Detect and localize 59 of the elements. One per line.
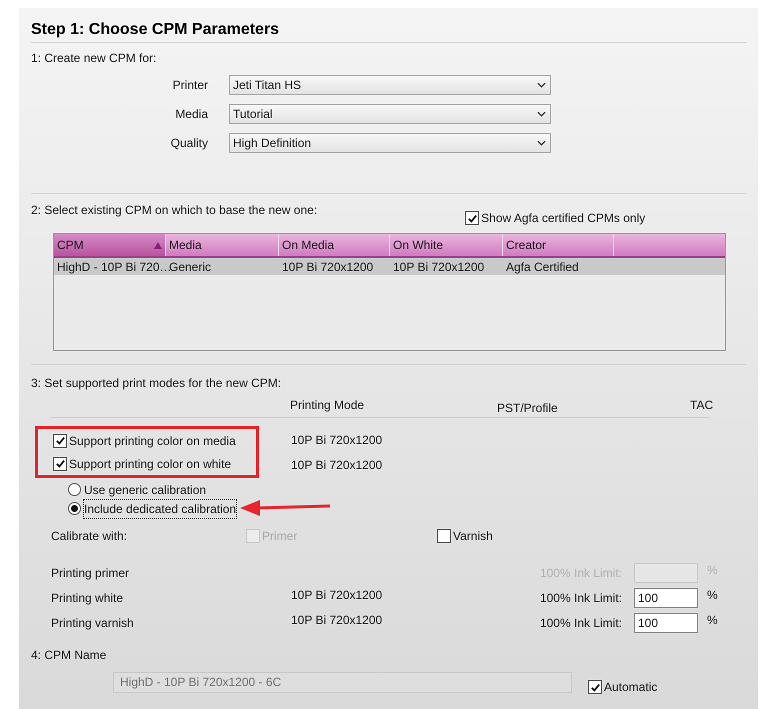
print-mode: 10P Bi 720x1200 [291,458,382,472]
column-heading: PST/Profile [497,401,558,415]
column-header[interactable]: On Media [279,234,390,256]
checkbox[interactable] [53,434,67,448]
sort-ascending-icon [154,242,162,248]
radio-button[interactable] [68,483,81,496]
input-field[interactable]: 100 [634,588,698,608]
checkbox-label: Varnish [453,528,493,545]
checkbox-label: Support printing color on media [69,432,236,450]
field-label: Calibrate with: [51,528,128,545]
print-mode: 10P Bi 720x1200 [291,588,382,602]
chevron-down-icon [537,82,546,88]
section-label: 1: Create new CPM for: [31,51,156,65]
field-label: Media [175,106,208,123]
chevron-down-icon [537,111,546,117]
checkbox[interactable] [588,680,602,694]
chevron-down-icon [537,140,546,146]
column-header[interactable]: On White [390,234,503,256]
radio-label: Include dedicated calibration [84,500,236,518]
column-heading: TAC [690,398,714,412]
ink-limit-label: 100% Ink Limit: [540,615,622,632]
column-heading: Printing Mode [290,398,364,412]
section-label: 4: CPM Name [31,648,106,662]
table-cell: 10P Bi 720x1200 [282,260,374,274]
field-label: Quality [170,135,208,152]
checkbox[interactable] [437,529,451,543]
checkbox-label: Support printing color on white [69,456,232,472]
section-label: 2: Select existing CPM on which to base the new one: [31,203,318,217]
ink-name: Printing varnish [51,615,135,632]
column-header[interactable]: Media [166,234,279,256]
checkbox[interactable] [465,211,480,225]
radio-button[interactable] [68,502,81,515]
arrow-icon [240,499,332,517]
field-label: Printer [172,77,208,94]
checkbox-label: Automatic [604,679,658,696]
unit-label: % [707,562,718,579]
checkbox[interactable] [53,456,67,470]
input-field[interactable]: 100 [634,613,698,633]
section-label: 3: Set supported print modes for the new CPM: [31,376,282,390]
dropdown[interactable]: High Definition [229,133,551,153]
table-cell: Agfa Certified [506,260,579,274]
table-row[interactable]: HighD - 10P Bi 720…Generic 10P Bi 720x1200 10P Bi 720x1200 Agfa Certified [54,258,725,275]
print-mode: 10P Bi 720x1200 [291,613,382,627]
unit-label: % [707,612,718,629]
table-cell: Generic [169,260,212,274]
table-cell: 10P Bi 720x1200 [393,260,484,274]
radio-label: Use generic calibration [84,482,206,498]
checkbox-label: Primer [262,528,298,545]
column-header[interactable]: Creator [503,234,614,256]
dropdown[interactable]: Tutorial [229,104,551,124]
unit-label: % [707,587,718,604]
ink-name: Printing white [51,590,124,607]
dropdown[interactable]: Jeti Titan HS [229,75,551,95]
column-header[interactable]: CPM [54,234,166,256]
ink-name: Printing primer [51,565,130,582]
page-title: Step 1: Choose CPM Parameters [31,21,280,38]
print-mode: 10P Bi 720x1200 [291,432,382,446]
ink-limit-label: 100% Ink Limit: [540,590,622,607]
checkbox-label: Show Agfa certified CPMs only [481,210,646,227]
